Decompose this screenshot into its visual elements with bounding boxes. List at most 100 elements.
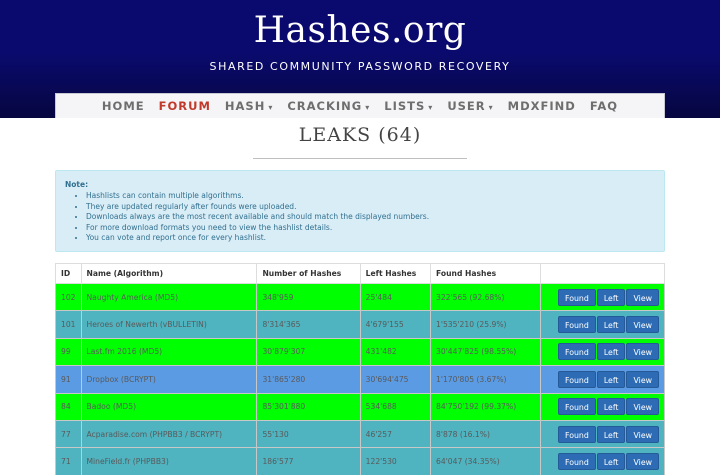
cell-left: 534'688 bbox=[359, 392, 432, 421]
cell-actions: Found Left View bbox=[540, 447, 665, 475]
column-header-left[interactable]: Left Hashes bbox=[359, 263, 432, 284]
table-header-row: ID Name (Algorithm) Number of Hashes Lef… bbox=[55, 263, 665, 284]
note-item: They are updated regularly after founds … bbox=[86, 202, 655, 213]
cell-left: 25'484 bbox=[359, 282, 432, 312]
nav-item-lists[interactable]: LISTS ▾ bbox=[384, 99, 433, 113]
cell-name: Naughty America (MD5) bbox=[80, 282, 258, 312]
cell-found: 64'047 (34.35%) bbox=[430, 447, 542, 475]
found-button[interactable]: Found bbox=[558, 343, 596, 361]
found-button[interactable]: Found bbox=[558, 425, 596, 443]
column-header-actions bbox=[540, 263, 665, 284]
cell-actions: Found Left View bbox=[540, 337, 665, 367]
cell-name: Acparadise.com (PHPBB3 / BCRYPT) bbox=[80, 419, 258, 449]
nav-item-label: USER bbox=[447, 99, 486, 113]
caret-down-icon: ▾ bbox=[365, 103, 371, 112]
left-button[interactable]: Left bbox=[596, 453, 626, 471]
nav-item-mdxfind[interactable]: MDXFIND bbox=[508, 99, 576, 113]
caret-down-icon: ▾ bbox=[268, 103, 274, 112]
cell-hashes: 348'959 bbox=[256, 282, 361, 312]
cell-id: 84 bbox=[55, 392, 82, 421]
nav-item-label: HOME bbox=[101, 99, 145, 113]
view-button[interactable]: View bbox=[626, 370, 659, 388]
site-tagline: SHARED COMMUNITY PASSWORD RECOVERY bbox=[209, 60, 511, 73]
left-button[interactable]: Left bbox=[596, 370, 626, 388]
left-button[interactable]: Left bbox=[596, 398, 626, 416]
nav-item-forum[interactable]: FORUM bbox=[159, 99, 211, 113]
view-button[interactable]: View bbox=[626, 398, 659, 416]
cell-id: 77 bbox=[55, 419, 82, 449]
note-item: Hashlists can contain multiple algorithm… bbox=[86, 191, 655, 202]
cell-name: Last.fm 2016 (MD5) bbox=[80, 337, 258, 367]
nav-item-faq[interactable]: FAQ bbox=[590, 99, 618, 113]
table-row: 91 Dropbox (BCRYPT) 31'865'280 30'694'475 1'… bbox=[55, 365, 665, 394]
cell-actions: Found Left View bbox=[540, 282, 665, 312]
note-item: Downloads always are the most recent ava… bbox=[86, 212, 655, 223]
found-button[interactable]: Found bbox=[558, 453, 596, 471]
nav-item-home[interactable]: HOME bbox=[102, 99, 145, 113]
cell-found: 84'750'192 (99.37%) bbox=[430, 392, 542, 421]
view-button[interactable]: View bbox=[626, 425, 659, 443]
site-title[interactable]: Hashes.org bbox=[0, 10, 720, 51]
cell-name: Heroes of Newerth (vBULLETIN) bbox=[80, 310, 258, 339]
table-row: 101 Heroes of Newerth (vBULLETIN) 8'314'36… bbox=[55, 310, 665, 339]
cell-hashes: 8'314'365 bbox=[256, 310, 361, 339]
cell-id: 101 bbox=[55, 310, 82, 339]
cell-found: 30'447'825 (98.55%) bbox=[430, 337, 542, 367]
left-button[interactable]: Left bbox=[596, 425, 626, 443]
column-header-hashes[interactable]: Number of Hashes bbox=[256, 263, 361, 284]
found-button[interactable]: Found bbox=[558, 288, 596, 306]
cell-left: 122'530 bbox=[359, 447, 432, 475]
table-row: 99 Last.fm 2016 (MD5) 30'879'307 431'482 30'… bbox=[55, 337, 665, 367]
caret-down-icon: ▾ bbox=[428, 103, 434, 112]
column-header-found[interactable]: Found Hashes bbox=[430, 263, 542, 284]
cell-actions: Found Left View bbox=[540, 392, 665, 421]
cell-actions: Found Left View bbox=[540, 310, 665, 339]
nav-item-user[interactable]: USER ▾ bbox=[447, 99, 493, 113]
page-title: LEAKS (64) bbox=[298, 124, 422, 146]
cell-found: 8'878 (16.1%) bbox=[430, 419, 542, 449]
cell-found: 1'535'210 (25.9%) bbox=[430, 310, 542, 339]
left-button[interactable]: Left bbox=[596, 343, 626, 361]
column-header-id[interactable]: ID bbox=[55, 263, 82, 284]
note-item: For more download formats you need to vi… bbox=[86, 223, 655, 234]
nav-item-hash[interactable]: HASH ▾ bbox=[225, 99, 273, 113]
cell-left: 4'679'155 bbox=[359, 310, 432, 339]
found-button[interactable]: Found bbox=[558, 398, 596, 416]
left-button[interactable]: Left bbox=[596, 288, 626, 306]
table-row: 102 Naughty America (MD5) 348'959 25'484 322… bbox=[55, 282, 665, 312]
found-button[interactable]: Found bbox=[558, 370, 596, 388]
cell-hashes: 30'879'307 bbox=[256, 337, 361, 367]
nav-item-label: HASH bbox=[224, 99, 266, 113]
table-row: 77 Acparadise.com (PHPBB3 / BCRYPT) 55'130… bbox=[55, 419, 665, 449]
nav-item-cracking[interactable]: CRACKING ▾ bbox=[287, 99, 370, 113]
cell-hashes: 55'130 bbox=[256, 419, 361, 449]
cell-name: Dropbox (BCRYPT) bbox=[80, 365, 258, 394]
table-row: 84 Badoo (MD5) 85'301'880 534'688 84'750'192… bbox=[55, 392, 665, 421]
cell-found: 322'565 (92.68%) bbox=[430, 282, 542, 312]
cell-left: 46'257 bbox=[359, 419, 432, 449]
cell-actions: Found Left View bbox=[540, 419, 665, 449]
left-button[interactable]: Left bbox=[596, 316, 626, 334]
cell-id: 102 bbox=[55, 282, 82, 312]
view-button[interactable]: View bbox=[626, 316, 659, 334]
table-body: 102 Naughty America (MD5) 348'959 25'484 322… bbox=[55, 282, 665, 475]
cell-name: Badoo (MD5) bbox=[80, 392, 258, 421]
nav-item-label: MDXFIND bbox=[507, 99, 576, 113]
found-button[interactable]: Found bbox=[558, 316, 596, 334]
view-button[interactable]: View bbox=[626, 343, 659, 361]
note-item: You can vote and report once for every h… bbox=[86, 233, 655, 244]
cell-hashes: 31'865'280 bbox=[256, 365, 361, 394]
note-label: Note: bbox=[65, 180, 89, 189]
column-header-name[interactable]: Name (Algorithm) bbox=[80, 263, 258, 284]
cell-hashes: 186'577 bbox=[256, 447, 361, 475]
title-divider bbox=[253, 158, 467, 159]
caret-down-icon: ▾ bbox=[488, 103, 494, 112]
nav-item-label: FORUM bbox=[158, 99, 211, 113]
view-button[interactable]: View bbox=[626, 453, 659, 471]
view-button[interactable]: View bbox=[626, 288, 659, 306]
note-box: Note: Hashlists can contain multiple alg… bbox=[55, 170, 665, 252]
cell-id: 99 bbox=[55, 337, 82, 367]
note-list: Hashlists can contain multiple algorithm… bbox=[65, 191, 655, 244]
cell-found: 1'170'805 (3.67%) bbox=[430, 365, 542, 394]
main-navbar: HOME FORUM HASH ▾ CRACKING ▾ LISTS ▾ USER ▾ MDXFIN… bbox=[55, 93, 665, 118]
